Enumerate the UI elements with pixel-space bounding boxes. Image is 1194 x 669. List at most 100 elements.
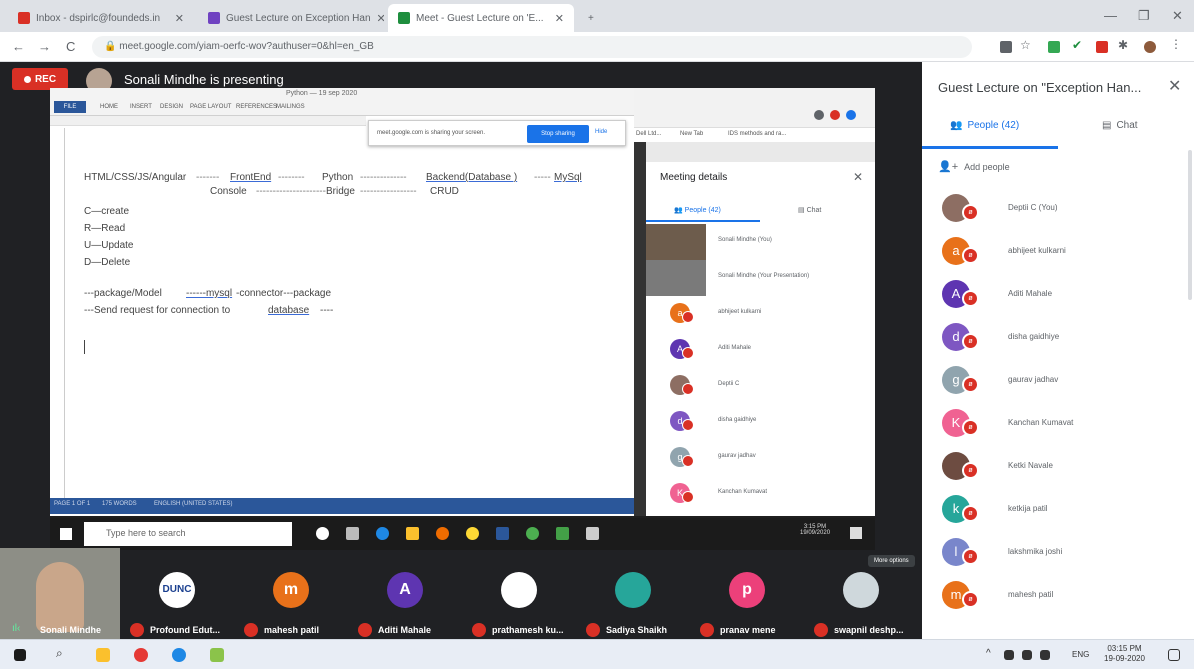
tab-indicator bbox=[646, 220, 760, 222]
participant-name: Deptii C (You) bbox=[1008, 203, 1058, 212]
browser-tab[interactable]: Inbox - dspirlc@foundeds.in ✕ bbox=[8, 4, 194, 32]
participant-row[interactable]: k ø ketkija patil bbox=[922, 491, 1194, 534]
search-icon[interactable]: ⌕ bbox=[56, 646, 70, 660]
participant-row[interactable]: m ø mahesh patil bbox=[922, 577, 1194, 620]
tab-favicon-icon bbox=[18, 12, 30, 24]
system-clock[interactable]: 03:15 PM 19-09-2020 bbox=[1104, 644, 1145, 664]
profile-avatar[interactable] bbox=[1144, 41, 1156, 53]
close-tab-icon[interactable]: ✕ bbox=[377, 12, 384, 25]
participant-row[interactable]: Kø Kanchan Kumavat bbox=[922, 405, 1194, 448]
address-bar[interactable]: 🔒 meet.google.com/yiam-oerfc-wov?authuse… bbox=[92, 36, 972, 58]
meeting-details-participant-row[interactable]: Sonali Mindhe (You) bbox=[646, 224, 875, 260]
word-ribbon-tab[interactable]: REFERENCES bbox=[236, 104, 277, 110]
notifications-icon[interactable] bbox=[1168, 649, 1180, 661]
star-icon[interactable]: ☆ bbox=[1020, 38, 1032, 52]
meeting-details-participant-row[interactable]: Sonali Mindhe (Your Presentation) bbox=[646, 260, 875, 296]
browser-tab[interactable]: Guest Lecture on Exception Han ✕ bbox=[198, 4, 384, 32]
file-explorer-icon[interactable] bbox=[96, 648, 110, 662]
word-ribbon-tab[interactable]: DESIGN bbox=[160, 104, 183, 110]
bookmark[interactable]: IDS methods and ra... bbox=[728, 131, 786, 137]
bookmark[interactable]: Dell Ltd... bbox=[636, 131, 661, 137]
reload-button[interactable]: C bbox=[66, 39, 75, 54]
word-ribbon-tab[interactable]: MAILINGS bbox=[276, 104, 305, 110]
inner-taskbar-clock: 3:15 PM 19/09/2020 bbox=[800, 524, 830, 536]
network-icon[interactable] bbox=[1022, 650, 1032, 660]
new-tab-button[interactable]: + bbox=[578, 4, 604, 32]
participant-tile[interactable]: p pranav mene bbox=[690, 548, 804, 645]
tray-arrow-icon[interactable]: ^ bbox=[986, 648, 1000, 662]
self-video-tile[interactable]: ıl‹ Sonali Mindhe bbox=[0, 548, 120, 645]
participant-row[interactable]: g ø gaurav jadhav bbox=[922, 362, 1194, 405]
margin-line bbox=[64, 128, 65, 508]
clock-date: 19-09-2020 bbox=[1104, 654, 1145, 663]
menu-icon[interactable]: ⋮ bbox=[1170, 37, 1182, 51]
participant-tile[interactable]: DUNC Profound Edut... bbox=[120, 548, 234, 645]
camera-icon[interactable] bbox=[1000, 41, 1012, 53]
participant-tile[interactable]: A Aditi Mahale bbox=[348, 548, 462, 645]
sharing-notification-bar: meet.google.com is sharing your screen. … bbox=[368, 120, 626, 146]
extensions-puzzle-icon[interactable]: ✱ bbox=[1118, 38, 1130, 52]
panel-close-button[interactable]: ✕ bbox=[1168, 76, 1181, 96]
document-page[interactable]: HTML/CSS/JS/Angular ------- FrontEnd ---… bbox=[50, 128, 634, 508]
participant-row[interactable]: l ø lakshmika joshi bbox=[922, 534, 1194, 577]
meeting-details-participant-row[interactable]: d disha gaidhiye bbox=[646, 404, 875, 440]
stop-sharing-button[interactable]: Stop sharing bbox=[527, 125, 589, 143]
minimize-button[interactable]: — bbox=[1104, 8, 1117, 23]
participant-tile[interactable]: Sadiya Shaikh bbox=[576, 548, 690, 645]
participant-row[interactable]: a ø abhijeet kulkarni bbox=[922, 233, 1194, 276]
meeting-details-people-tab[interactable]: 👥 People (42) bbox=[674, 206, 721, 214]
word-ribbon: Python — 19 sep 2020 FILE HOME INSERT DESI… bbox=[50, 88, 634, 116]
rec-label: REC bbox=[34, 73, 57, 85]
participant-name: prathamesh ku... bbox=[492, 625, 564, 635]
app-icon[interactable] bbox=[210, 648, 224, 662]
word-ribbon-tab[interactable]: PAGE LAYOUT bbox=[190, 104, 231, 110]
meeting-details-chat-tab[interactable]: ▤ Chat bbox=[798, 206, 821, 214]
mic-muted-icon bbox=[682, 491, 694, 503]
doc-frontend: FrontEnd bbox=[230, 172, 272, 183]
participant-row[interactable]: ø Deptii C (You) bbox=[922, 190, 1194, 233]
meeting-details-participant-row[interactable]: g gaurav jadhav bbox=[646, 440, 875, 476]
bookmark[interactable]: New Tab bbox=[680, 131, 703, 137]
close-window-button[interactable]: ✕ bbox=[1172, 8, 1183, 24]
participant-tile[interactable]: swapnil deshp... bbox=[804, 548, 918, 645]
word-ribbon-tab[interactable]: HOME bbox=[100, 104, 118, 110]
close-tab-icon[interactable]: ✕ bbox=[555, 12, 564, 25]
browser-tab[interactable]: Meet - Guest Lecture on 'E... ✕ bbox=[388, 4, 574, 32]
word-file-tab[interactable]: FILE bbox=[54, 101, 86, 113]
pdf-extension-icon[interactable] bbox=[1096, 41, 1108, 53]
mic-muted-icon bbox=[700, 623, 714, 637]
doc-dash: --------------------- bbox=[256, 186, 326, 197]
windows-taskbar: ⌕ ^ ENG 03:15 PM 19-09-2020 bbox=[0, 639, 1194, 669]
participant-row[interactable]: Aø Aditi Mahale bbox=[922, 276, 1194, 319]
participant-name: swapnil deshp... bbox=[834, 625, 904, 635]
participant-name: Sonali Mindhe (You) bbox=[718, 237, 772, 243]
language-indicator[interactable]: ENG bbox=[1072, 650, 1089, 659]
close-tab-icon[interactable]: ✕ bbox=[175, 12, 184, 25]
word-ribbon-tab[interactable]: INSERT bbox=[130, 104, 152, 110]
participant-tile[interactable]: prathamesh ku... bbox=[462, 548, 576, 645]
battery-icon[interactable] bbox=[1004, 650, 1014, 660]
meeting-details-participant-row[interactable]: a abhijeet kulkarni bbox=[646, 296, 875, 332]
meeting-details-participant-row[interactable]: A Aditi Mahale bbox=[646, 332, 875, 368]
scrollbar[interactable] bbox=[1188, 150, 1192, 300]
meeting-details-participant-row[interactable]: K Kanchan Kumavat bbox=[646, 476, 875, 512]
hide-button[interactable]: Hide bbox=[595, 129, 607, 135]
windows-start-icon[interactable] bbox=[14, 649, 26, 661]
people-tab[interactable]: 👥 People (42) bbox=[950, 120, 1019, 131]
forward-button[interactable]: → bbox=[38, 39, 51, 54]
check-extension-icon[interactable]: ✔ bbox=[1072, 38, 1084, 52]
chrome-icon[interactable] bbox=[134, 648, 148, 662]
meeting-details-participant-row[interactable]: Deptii C bbox=[646, 368, 875, 404]
add-people-button[interactable]: 👤+ Add people bbox=[938, 160, 1010, 173]
chat-tab[interactable]: ▤ Chat bbox=[1102, 120, 1138, 131]
meeting-details-close-button[interactable]: ✕ bbox=[853, 170, 863, 184]
participant-tile[interactable]: m mahesh patil bbox=[234, 548, 348, 645]
participant-row[interactable]: ø Ketki Navale bbox=[922, 448, 1194, 491]
volume-icon[interactable] bbox=[1040, 650, 1050, 660]
doc-connector-package: -connector---package bbox=[236, 288, 332, 299]
extension-icon[interactable] bbox=[1048, 41, 1060, 53]
participant-row[interactable]: d ø disha gaidhiye bbox=[922, 319, 1194, 362]
edge-icon[interactable] bbox=[172, 648, 186, 662]
back-button[interactable]: ← bbox=[12, 39, 25, 54]
maximize-button[interactable]: ❐ bbox=[1138, 8, 1150, 24]
